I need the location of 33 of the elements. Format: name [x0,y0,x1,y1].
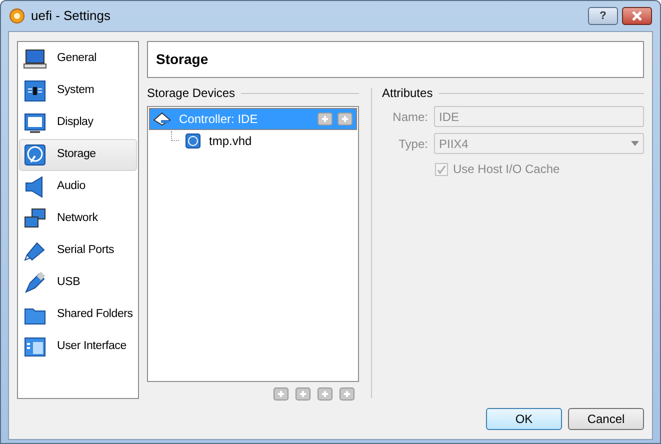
sidebar-item[interactable]: User Interface [19,331,137,363]
close-icon [632,11,642,21]
help-button[interactable]: ? [588,7,618,25]
page-title: Storage [156,50,208,69]
laptop-icon [23,47,47,71]
close-button[interactable] [622,7,652,25]
section-label: Attributes [382,85,433,102]
sidebar-item[interactable]: Audio [19,171,137,203]
dialog-button[interactable]: OK [486,408,562,430]
controller-icon [153,111,171,127]
section-label: Storage Devices [147,85,236,102]
tree-item-label: Controller: IDE [179,111,259,128]
window-icon [23,335,47,359]
tree-item-label: tmp.vhd [209,133,253,150]
checkbox-label: Use Host I/O Cache [453,161,560,178]
check-icon [437,164,446,174]
field-label: Type: [398,136,428,152]
chip-icon [23,79,47,103]
sidebar-item[interactable]: Network [19,203,137,235]
sidebar-item[interactable]: General [19,43,137,75]
sidebar-item[interactable]: Shared Folders [19,299,137,331]
window-title: uefi - Settings [31,7,110,26]
dialog-button[interactable]: Cancel [568,408,644,430]
sidebar-item[interactable]: System [19,75,137,107]
sidebar-item[interactable]: Storage [19,139,137,171]
sidebar-item[interactable]: Display [19,107,137,139]
field-label: Name: [392,108,428,126]
disk-icon [185,133,201,149]
sidebar-item[interactable]: Serial Ports [19,235,137,267]
caret-icon [631,141,639,146]
tree-item[interactable]: tmp.vhd [149,130,357,152]
sidebar-item[interactable]: USB [19,267,137,299]
monitor-icon [23,111,47,135]
